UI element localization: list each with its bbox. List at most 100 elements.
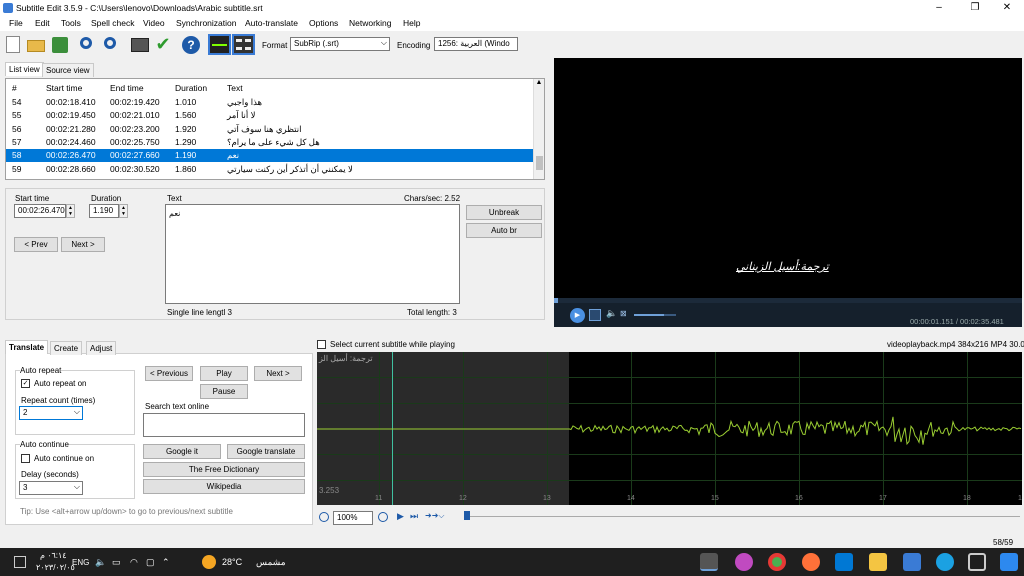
subtitle-text-area[interactable]: نعم [165,204,460,304]
duration-spinner[interactable]: ▲ ▼ [119,204,128,218]
subtitle-edit-taskbar-icon[interactable] [700,553,718,571]
replace-icon[interactable] [102,35,122,54]
windows-start-icon[interactable] [1000,553,1018,571]
weather-temp[interactable]: 28°C [222,557,242,567]
zoom-in-icon[interactable] [378,512,388,522]
duration-input[interactable]: 1.190 [89,204,119,218]
save-icon[interactable] [50,35,70,54]
tab-adjust[interactable]: Adjust [86,341,117,355]
store-icon[interactable] [903,553,921,571]
weather-icon[interactable] [202,555,216,569]
column-header-end[interactable]: End time [110,82,144,95]
zoom-out-icon[interactable] [319,512,329,522]
tab-source-view[interactable]: Source view [42,63,94,77]
wikipedia-button[interactable]: Wikipedia [143,479,305,494]
table-row[interactable]: 56 00:02:21.280 00:02:23.200 1.920 انتظر… [6,123,533,136]
free-dictionary-button[interactable]: The Free Dictionary [143,462,305,477]
menu-auto-translate[interactable]: Auto-translate [245,18,298,28]
volume-slider[interactable] [634,314,676,316]
menu-help[interactable]: Help [403,18,420,28]
table-row[interactable]: 57 00:02:24.460 00:02:25.750 1.290 هل كل… [6,136,533,149]
tab-list-view[interactable]: List view [5,62,44,76]
tab-create[interactable]: Create [50,341,83,355]
unbreak-button[interactable]: Unbreak [466,205,542,220]
prev-button[interactable]: < Prev [14,237,58,252]
file-explorer-icon[interactable] [869,553,887,571]
scroll-thumb[interactable] [536,156,543,170]
tray-overflow-icon[interactable]: ⌃ [162,557,170,568]
app-taskbar-icon[interactable] [735,553,753,571]
scroll-up-icon[interactable]: ▲ [534,79,544,86]
search-online-input[interactable] [143,413,305,437]
spell-check-icon[interactable]: ✔ [153,35,173,54]
navigation-arrows-icon[interactable]: ➜➜⌵ [425,511,444,521]
taskbar-date[interactable]: ٢٠٢٣/٠٢/٠٥ [36,563,75,572]
play-icon[interactable]: ▶ [570,308,585,323]
previous-button[interactable]: < Previous [145,366,193,381]
next-subtitle-icon[interactable]: ⏭ [410,511,418,522]
menu-file[interactable]: File [9,18,23,28]
help-icon[interactable]: ? [181,35,201,54]
open-folder-icon[interactable] [26,35,46,54]
task-view-icon[interactable] [968,553,986,571]
table-row-selected[interactable]: 58 00:02:26.470 00:02:27.660 1.190 نعم [6,149,533,162]
column-header-start[interactable]: Start time [46,82,82,95]
video-toggle-icon[interactable] [232,34,255,55]
taskbar-lang[interactable]: ENG [72,558,89,567]
mute-icon[interactable]: ⊠ [620,309,627,318]
maximize-button[interactable]: ❐ [958,0,992,16]
table-row[interactable]: 55 00:02:19.450 00:02:21.010 1.560 لا أن… [6,109,533,122]
tab-translate[interactable]: Translate [5,340,49,354]
waveform-slider-thumb[interactable] [464,511,470,520]
waveform-view[interactable]: ترجمة: أسيل الز 3.253 111213141516171819 [317,352,1022,505]
menu-spell-check[interactable]: Spell check [91,18,134,28]
new-file-icon[interactable] [3,35,23,54]
menu-networking[interactable]: Networking [349,18,392,28]
wifi-icon[interactable]: ◠ [130,557,138,568]
visual-sync-icon[interactable] [130,35,150,54]
pause-button[interactable]: Pause [200,384,248,399]
start-time-input[interactable]: 00:02:26.470 [14,204,66,218]
google-it-button[interactable]: Google it [143,444,221,459]
firefox-icon[interactable] [802,553,820,571]
waveform-position-slider[interactable] [464,516,1020,517]
next-translate-button[interactable]: Next > [254,366,302,381]
next-button[interactable]: Next > [61,237,105,252]
play-small-icon[interactable]: ▶ [397,511,404,522]
repeat-count-select[interactable]: 2 ⌵ [19,406,83,420]
table-row[interactable]: 59 00:02:28.660 00:02:30.520 1.860 لا يم… [6,163,533,176]
table-row[interactable]: 54 00:02:18.410 00:02:19.420 1.010 هذا و… [6,96,533,109]
menu-video[interactable]: Video [143,18,165,28]
taskbar-time[interactable]: ٠٦:١٤ م [40,551,67,560]
zoom-select[interactable]: 100% [333,511,373,525]
select-current-checkbox[interactable] [317,340,326,349]
chrome-icon[interactable] [768,553,786,571]
delay-select[interactable]: 3 ⌵ [19,481,83,495]
find-icon[interactable] [78,35,98,54]
show-desktop-icon[interactable] [14,556,26,568]
column-header-number[interactable]: # [12,82,17,95]
auto-continue-checkbox[interactable] [21,454,30,463]
waveform-toggle-icon[interactable] [208,34,231,55]
edge-icon[interactable] [936,553,954,571]
stop-icon[interactable] [589,309,601,321]
menu-options[interactable]: Options [309,18,338,28]
list-scrollbar[interactable]: ▲ [533,79,544,179]
subtitle-list[interactable]: # Start time End time Duration Text 54 0… [5,78,545,180]
menu-tools[interactable]: Tools [61,18,81,28]
mail-icon[interactable] [835,553,853,571]
format-select[interactable]: SubRip (.srt) ⌵ [290,37,390,51]
weather-text[interactable]: مشمس [256,557,286,568]
battery-icon[interactable]: ▭ [112,557,121,568]
encoding-select[interactable]: 1256: العربية (Windo [434,37,518,51]
close-button[interactable]: ✕ [990,0,1024,16]
start-time-spinner[interactable]: ▲ ▼ [66,204,75,218]
auto-br-button[interactable]: Auto br [466,223,542,238]
minimize-button[interactable]: – [922,0,956,16]
video-player[interactable]: ترجمة:أسيل الزيناني ▶ 🔈 ⊠ 00:00:01.151 /… [554,58,1022,327]
menu-synchronization[interactable]: Synchronization [176,18,236,28]
column-header-duration[interactable]: Duration [175,82,207,95]
google-translate-button[interactable]: Google translate [227,444,305,459]
play-button[interactable]: Play [200,366,248,381]
menu-edit[interactable]: Edit [35,18,50,28]
